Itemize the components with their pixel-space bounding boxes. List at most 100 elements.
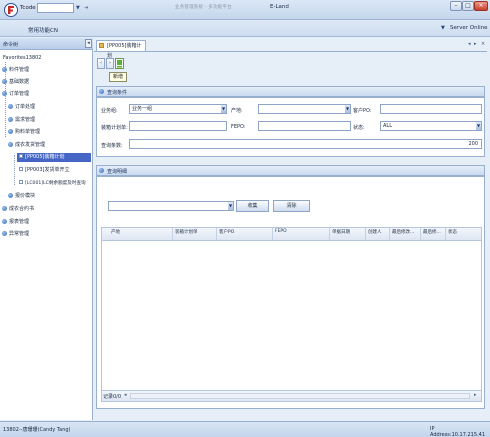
- add-new-tooltip: 新增: [109, 72, 127, 82]
- minimize-button[interactable]: –: [450, 1, 462, 11]
- chevron-down-icon[interactable]: ▼: [228, 202, 233, 210]
- packing-plan-label: 装箱计划单:: [101, 125, 128, 131]
- prev-button[interactable]: ‹: [97, 58, 105, 69]
- blurred-title: 业务管理系统 - 多功能平台: [175, 5, 232, 10]
- add-new-icon[interactable]: [115, 58, 124, 69]
- column-header-creator[interactable]: 创建人: [368, 229, 382, 235]
- column-divider: [329, 228, 330, 240]
- status-select[interactable]: ALL ▼: [380, 121, 482, 131]
- tree-item-shipping-order[interactable]: [PP003]发货单开立: [17, 166, 91, 175]
- sidebar-title: 命令树: [3, 42, 19, 48]
- column-divider: [389, 228, 390, 240]
- pager-next-icon[interactable]: ▸: [474, 392, 477, 398]
- record-count: 记录0/0: [103, 394, 122, 400]
- tab-close-icon[interactable]: ×: [481, 41, 485, 47]
- status-user: 13802--唐珊珊(Candy Tang): [3, 427, 71, 433]
- customer-po-input[interactable]: [380, 104, 482, 114]
- panel-collapse-icon[interactable]: [99, 89, 104, 94]
- folder-node-icon: [2, 205, 7, 211]
- business-group-label: 业务组:: [101, 108, 118, 114]
- folder-node-icon: [8, 128, 13, 134]
- fepo-input[interactable]: [258, 121, 351, 131]
- next-button[interactable]: ›: [106, 58, 114, 69]
- document-node-icon: [19, 154, 23, 158]
- sidebar-pin-icon[interactable]: ◂: [85, 39, 92, 48]
- column-header-packing-plan[interactable]: 装箱计划单: [175, 229, 198, 235]
- server-status[interactable]: Server Online: [450, 25, 488, 31]
- query-count-input[interactable]: 200: [129, 139, 482, 149]
- status-bar: [0, 421, 490, 437]
- tree-item-packing-plan[interactable]: [PP005]装箱计划: [17, 153, 91, 162]
- tree-item-purchase-orders[interactable]: 购料单管理: [0, 128, 92, 137]
- clear-button[interactable]: 清除: [273, 200, 310, 212]
- pager-prev-icon[interactable]: ◂: [124, 392, 127, 398]
- column-divider: [365, 228, 366, 240]
- origin-label: 产地:: [231, 108, 243, 114]
- column-header-status[interactable]: 状态: [448, 229, 457, 235]
- folder-node-icon: [2, 78, 7, 84]
- tree-item-order-management[interactable]: 订单管理: [0, 90, 92, 99]
- tree-item-contract[interactable]: 成衣合约书: [0, 205, 92, 214]
- tree-item-lc-query[interactable]: [LC001]LC剩余额度及时查询: [17, 179, 92, 188]
- column-header-customer-po[interactable]: 客户PO: [219, 229, 234, 235]
- column-divider: [445, 228, 446, 240]
- column-header-last-modified-date[interactable]: 最后修...: [423, 229, 441, 235]
- filter-select[interactable]: ▼: [108, 201, 234, 211]
- tab-divider: [94, 51, 487, 52]
- column-header-origin[interactable]: 产地: [111, 229, 120, 235]
- window-title: E-Land: [270, 4, 289, 10]
- tree-item-exceptions[interactable]: 异常管理: [0, 230, 92, 239]
- tree-item-materials[interactable]: 料件管理: [0, 66, 92, 75]
- column-header-doc-date[interactable]: 单据日期: [332, 229, 350, 235]
- folder-node-icon: [2, 66, 7, 72]
- horizontal-scrollbar[interactable]: [130, 393, 470, 399]
- server-dropdown-icon[interactable]: ▼: [441, 25, 445, 31]
- tab-scroll-left-icon[interactable]: ◂: [468, 41, 471, 47]
- maximize-button[interactable]: □: [462, 1, 474, 11]
- detail-panel-title: 查询明细: [107, 169, 128, 175]
- tree-item-order-processing[interactable]: 订单处理: [0, 103, 92, 112]
- tcode-input[interactable]: [37, 3, 74, 13]
- status-label: 状态:: [353, 125, 365, 131]
- chevron-down-icon[interactable]: ▼: [345, 105, 350, 113]
- tree-connector: [14, 155, 15, 185]
- tcode-label: Tcode: [20, 5, 36, 11]
- app-logo-icon: [4, 3, 18, 17]
- menu-bar: [0, 20, 490, 37]
- tree-item-quotation[interactable]: 报价模块: [0, 192, 92, 201]
- tree-item-garment-shipping[interactable]: 成衣发货管理: [0, 141, 92, 150]
- collect-button[interactable]: 收集: [236, 200, 269, 212]
- column-header-last-modified-by[interactable]: 最后修改...: [392, 229, 414, 235]
- folder-node-icon: [8, 103, 13, 109]
- panel-collapse-icon[interactable]: [99, 168, 104, 173]
- column-header-fepo[interactable]: FEPO: [275, 229, 287, 234]
- column-divider: [420, 228, 421, 240]
- column-divider: [272, 228, 273, 240]
- column-divider: [216, 228, 217, 240]
- tree-item-favorites[interactable]: Favorites13802: [0, 54, 92, 63]
- grid-body[interactable]: [101, 241, 482, 390]
- folder-node-icon: [2, 218, 7, 224]
- tab-scroll-right-icon[interactable]: ▸: [474, 41, 477, 47]
- chevron-down-icon[interactable]: ▼: [221, 105, 226, 113]
- business-group-select[interactable]: 业务一组 ▼: [129, 104, 227, 114]
- tree-item-demand[interactable]: 需求管理: [0, 116, 92, 125]
- customer-po-label: 客户PO:: [353, 108, 372, 114]
- search-panel-header: [96, 86, 485, 97]
- status-ip: IP Address:10.17.215.41: [430, 426, 485, 437]
- folder-node-icon: [2, 230, 7, 236]
- origin-select[interactable]: ▼: [258, 104, 351, 114]
- query-count-label: 查询条数:: [101, 143, 123, 149]
- favorites-menu[interactable]: 常用功能CN: [28, 26, 58, 34]
- tcode-dropdown-icon[interactable]: ▼: [76, 5, 80, 11]
- tab-document-icon: [99, 43, 104, 48]
- chevron-down-icon[interactable]: ▼: [476, 122, 481, 130]
- tcode-go-icon[interactable]: ⇥: [84, 5, 88, 11]
- tree-item-reports[interactable]: 报表管理: [0, 218, 92, 227]
- packing-plan-input[interactable]: [129, 121, 227, 131]
- fepo-label: FEPO:: [231, 124, 246, 130]
- tree-item-base-data[interactable]: 基础数据: [0, 78, 92, 87]
- folder-node-icon: [8, 141, 13, 147]
- close-button[interactable]: ×: [474, 1, 488, 11]
- detail-panel-header: [96, 165, 485, 176]
